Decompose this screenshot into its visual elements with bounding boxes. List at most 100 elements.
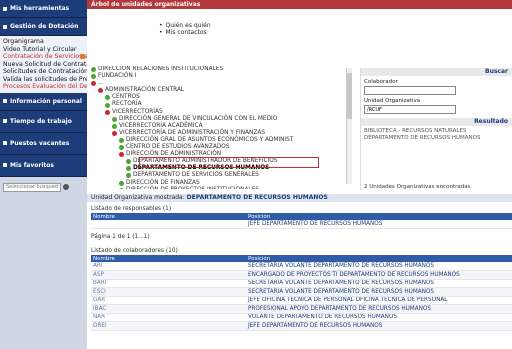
tree-node[interactable]: DIRECCIÓN DE FINANZAS xyxy=(91,180,353,187)
col-nombre[interactable]: Nombre xyxy=(91,255,246,262)
collapsed-node-icon[interactable] xyxy=(119,180,124,186)
sidebar-item[interactable]: Organigrama xyxy=(0,38,87,46)
result-item[interactable]: DEPARTAMENTO DE RECURSOS HUMANOS xyxy=(364,135,509,142)
cell-nombre: OREI xyxy=(91,321,246,331)
collapsed-node-icon[interactable] xyxy=(126,159,131,165)
scroll-thumb[interactable] xyxy=(347,73,352,119)
search-go-icon[interactable] xyxy=(63,184,69,190)
collapsed-node-icon[interactable] xyxy=(91,67,96,73)
tree-node[interactable]: RECTORÍA xyxy=(91,101,353,108)
table-row[interactable]: NAR VOLANTE DEPARTAMENTO DE RECURSOS HUMA… xyxy=(91,313,512,322)
tree-node[interactable]: VICERRECTORÍA DE ADMINISTRACIÓN Y FINANZ… xyxy=(91,130,353,137)
table-row[interactable]: ARI SECRETARIA VOLANTE DEPARTAMENTO DE RE… xyxy=(91,262,512,271)
unit-shown-label: Unidad Organizativa mostrada: xyxy=(91,194,185,201)
sidebar-item[interactable]: Procesos Evaluación del Desempeño xyxy=(0,83,87,91)
square-icon xyxy=(3,6,7,11)
collapsed-node-icon[interactable] xyxy=(112,123,117,129)
table-row[interactable]: JEFE DEPARTAMENTO DE RECURSOS HUMANOS xyxy=(91,220,512,229)
collapsed-node-icon[interactable] xyxy=(112,116,117,122)
tree-node[interactable]: DIRECCIÓN GRAL DE ASUNTOS ECONÓMICOS Y A… xyxy=(91,137,353,144)
sidebar-search-input[interactable] xyxy=(3,182,61,192)
unidad-input[interactable] xyxy=(364,105,456,114)
sidebar-item[interactable]: Video Tutorial y Circular xyxy=(0,46,87,54)
tree-node[interactable]: DIRECCIÓN GENERAL DE VINCULACIÓN CON EL … xyxy=(91,116,353,123)
table-row[interactable]: BARI SECRETARIA VOLANTE DEPARTAMENTO DE R… xyxy=(91,279,512,288)
square-icon xyxy=(3,163,7,167)
expanded-node-icon[interactable] xyxy=(98,88,103,94)
sidebar-item[interactable]: Nueva Solicitud de Contratación xyxy=(0,61,87,69)
sidebar-item[interactable]: Valida las solicitudes de Prest. de Serv… xyxy=(0,76,87,84)
sidebar: Mis herramientas Gestión de Dotación Org… xyxy=(0,0,87,349)
collapsed-node-icon[interactable] xyxy=(126,166,131,172)
cell-posicion: SECRETARIA VOLANTE DEPARTAMENTO DE RECUR… xyxy=(246,279,512,288)
quick-links: Quién es quién Mis contactos xyxy=(159,22,211,36)
square-icon xyxy=(3,119,7,123)
expanded-node-icon[interactable] xyxy=(91,81,96,87)
col-nombre[interactable]: Nombre xyxy=(91,213,246,220)
org-tree: DIRECCIÓN RELACIONES INSTITUCIONALES FUND… xyxy=(91,66,353,189)
table-row[interactable]: IBAC PROFESIONAL APOYO DEPARTAMENTO DE RE… xyxy=(91,304,512,314)
tree-node-label: FUNDACIÓN I xyxy=(98,73,137,80)
collapsed-node-icon[interactable] xyxy=(119,137,124,143)
tree-node-label: RECTORÍA xyxy=(112,101,142,108)
sidebar-menu: Organigrama Video Tutorial y Circular Cont… xyxy=(0,36,87,93)
square-icon xyxy=(3,99,7,103)
tree-node[interactable]: ADMINISTRACIÓN CENTRAL xyxy=(91,87,353,94)
link-quien-es-quien[interactable]: Quién es quién xyxy=(159,22,211,29)
expanded-node-icon[interactable] xyxy=(105,109,110,115)
collapsed-node-icon[interactable] xyxy=(91,74,96,80)
unidad-label: Unidad Organizativa xyxy=(364,98,421,104)
cell-posicion: JEFE DEPARTAMENTO DE RECURSOS HUMANOS xyxy=(246,220,512,229)
collapsed-node-icon[interactable] xyxy=(126,173,131,179)
link-mis-contactos[interactable]: Mis contactos xyxy=(159,29,211,36)
mis-herramientas-header[interactable]: Mis herramientas xyxy=(0,0,87,18)
colaboradores-title: Listado de colaboradores (10) xyxy=(91,248,178,254)
col-posicion[interactable]: Posición xyxy=(246,255,512,262)
tree-node[interactable]: DEPARTAMENTO DE SERVICIOS GENERALES xyxy=(91,172,353,179)
cell-posicion: ENCARGADO DE PROYECTOS TI DEPARTAMENTO D… xyxy=(246,270,512,280)
tree-node[interactable]: FUNDACIÓN I xyxy=(91,73,353,80)
gestion-dotacion-header[interactable]: Gestión de Dotación xyxy=(0,18,87,36)
search-panel: Buscar Colaborador Unidad Organizativa R… xyxy=(360,68,512,191)
col-posicion[interactable]: Posición xyxy=(246,213,512,220)
tree-node[interactable]: VICERRECTORÍAS xyxy=(91,109,353,116)
expanded-node-icon[interactable] xyxy=(112,130,117,136)
cell-nombre: GAR xyxy=(91,296,246,305)
tree-node-label: VICERRECTORÍAS xyxy=(112,108,163,115)
cell-nombre: IBAC xyxy=(91,304,246,314)
collapsed-node-icon[interactable] xyxy=(105,95,110,101)
table-row[interactable]: ESCI SECRETARIA VOLANTE DEPARTAMENTO DE R… xyxy=(91,287,512,297)
cell-posicion: SECRETARIA VOLANTE DEPARTAMENTO DE RECUR… xyxy=(246,287,512,297)
cell-nombre: ASP xyxy=(91,270,246,280)
table-row[interactable]: OREI JEFE DEPARTAMENTO DE RECURSOS HUMANO… xyxy=(91,321,512,331)
buscar-title: Buscar xyxy=(361,68,512,76)
toggle-icon[interactable] xyxy=(80,54,85,59)
cell-nombre: BARI xyxy=(91,279,246,288)
collapsed-node-icon[interactable] xyxy=(105,102,110,108)
tree-node[interactable]: VICERRECTORÍA ACADÉMICA xyxy=(91,123,353,130)
cell-posicion: SECRETARIA VOLANTE DEPARTAMENTO DE RECUR… xyxy=(246,262,512,271)
tree-node[interactable]: DIRECCIÓN DE PROYECTOS INSTITUCIONALES xyxy=(91,187,353,189)
square-icon xyxy=(3,141,7,145)
sidebar-item[interactable]: Solicitudes de Contratación xyxy=(0,68,87,76)
tree-node-label: DIRECCIÓN GRAL DE ASUNTOS ECONÓMICOS Y A… xyxy=(126,136,294,143)
table-row[interactable]: GAR JEFE OFICINA TÉCNICA DE PERSONAL OFIC… xyxy=(91,296,512,305)
tree-node-label: ... xyxy=(98,80,104,87)
responsables-title: Listado de responsables (1) xyxy=(91,206,172,212)
table-row[interactable]: ASP ENCARGADO DE PROYECTOS TI DEPARTAMENT… xyxy=(91,270,512,280)
colaborador-input[interactable] xyxy=(364,86,456,95)
tree-scrollbar[interactable] xyxy=(346,68,352,184)
sidebar-item[interactable]: Contratación de Servicios a Honorarios xyxy=(0,53,87,61)
tree-node-label: DIRECCIÓN DE PROYECTOS INSTITUCIONALES xyxy=(126,187,259,189)
main-area: Árbol de unidades organizativas Quién es… xyxy=(87,0,512,349)
tiempo-trabajo-header[interactable]: Tiempo de trabajo xyxy=(0,110,87,133)
collapsed-node-icon[interactable] xyxy=(119,145,124,151)
puestos-vacantes-header[interactable]: Puestos vacantes xyxy=(0,132,87,155)
result-item[interactable]: BIBLIOTECA - RECURSOS NATURALES xyxy=(364,128,509,135)
result-list: BIBLIOTECA - RECURSOS NATURALES DEPARTAM… xyxy=(364,128,509,142)
expanded-node-icon[interactable] xyxy=(119,152,124,158)
mis-favoritos-header[interactable]: Mis favoritos xyxy=(0,154,87,177)
collapsed-node-icon[interactable] xyxy=(119,187,124,189)
selected-node-highlight xyxy=(139,157,319,168)
informacion-personal-header[interactable]: Información personal xyxy=(0,92,87,111)
